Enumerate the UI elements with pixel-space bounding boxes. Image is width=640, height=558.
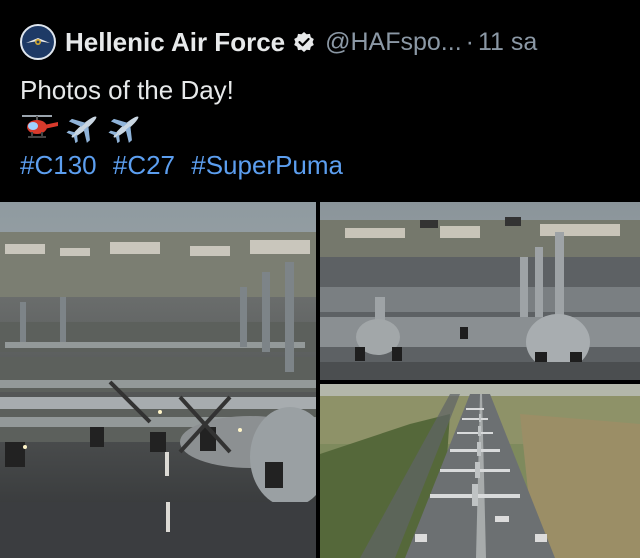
air-force-emblem-icon — [25, 29, 51, 55]
account-avatar[interactable] — [20, 24, 56, 60]
tweet-header: Hellenic Air Force @HAFspo... · 11 sa — [20, 22, 537, 62]
hashtag-row: #C130 #C27 #SuperPuma — [20, 150, 352, 181]
emoji-row — [20, 110, 144, 144]
photo-c130-lineup[interactable] — [320, 202, 640, 380]
airplane-emoji-icon — [66, 111, 102, 143]
separator-dot: · — [465, 27, 474, 56]
airplane-emoji-icon — [108, 111, 144, 143]
media-grid — [0, 202, 640, 558]
hashtag-link-c27[interactable]: #C27 — [113, 150, 175, 180]
hashtag-link-c130[interactable]: #C130 — [20, 150, 97, 180]
hashtag-link-superpuma[interactable]: #SuperPuma — [191, 150, 343, 180]
tweet-text: Photos of the Day! — [20, 75, 234, 105]
tweet-timestamp[interactable]: 11 sa — [478, 28, 537, 57]
helicopter-emoji-icon — [20, 112, 60, 142]
photo-runway-aerial[interactable] — [320, 384, 640, 558]
verified-badge-icon — [293, 31, 315, 53]
account-name[interactable]: Hellenic Air Force — [65, 27, 285, 58]
account-handle[interactable]: @HAFspo... — [325, 28, 462, 57]
photo-elephant-walk-closeup[interactable] — [0, 202, 316, 558]
